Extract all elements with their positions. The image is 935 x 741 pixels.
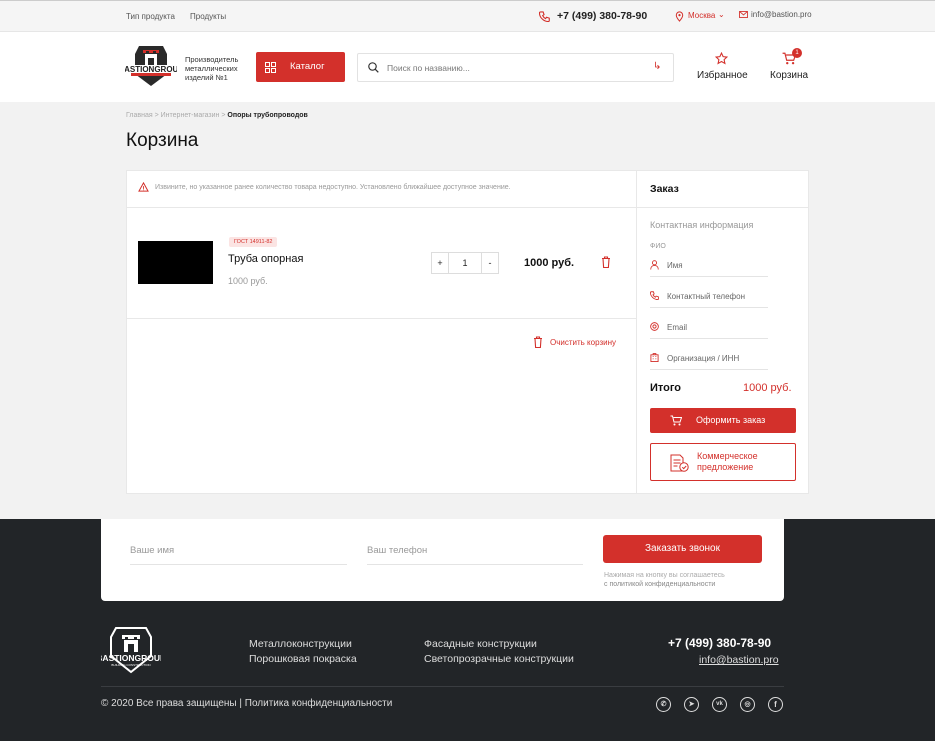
star-icon[interactable] — [715, 52, 728, 65]
cart-icon — [670, 415, 682, 426]
svg-text:BASTIONGROUP: BASTIONGROUP — [125, 65, 177, 74]
footer-link-facade[interactable]: Фасадные конструкции — [424, 638, 537, 650]
quantity-input[interactable]: 1 — [449, 252, 481, 274]
footer-link-metal-structures[interactable]: Металлоконструкции — [249, 638, 352, 650]
trash-icon — [534, 336, 542, 348]
user-icon — [650, 260, 659, 270]
telegram-icon[interactable]: ➤ — [684, 697, 699, 712]
email-field[interactable]: Email — [650, 317, 768, 339]
header: BASTIONGROUP Производитель металлических… — [0, 32, 935, 102]
offer-label-line2: предложение — [697, 462, 754, 472]
topbar-email[interactable]: info@bastion.pro — [751, 10, 812, 19]
organization-field[interactable]: Организация / ИНН — [650, 348, 768, 370]
search-box[interactable]: Поиск по названию... ↳ — [357, 53, 674, 82]
phone-input[interactable]: Контактный телефон — [667, 292, 745, 301]
phone-icon — [650, 291, 659, 300]
footer-bottom-text: © 2020 Все права защищены | Политика кон… — [101, 698, 392, 709]
topbar-phone[interactable]: +7 (499) 380-78-90 — [557, 10, 647, 22]
callback-name-input[interactable]: Ваше имя — [130, 539, 347, 565]
order-title: Заказ — [650, 183, 679, 195]
divider — [127, 207, 809, 208]
search-icon — [368, 62, 379, 73]
email-input[interactable]: Email — [667, 323, 687, 332]
vk-icon[interactable]: vk — [712, 697, 727, 712]
favorites-link[interactable]: Избранное — [697, 70, 748, 81]
stock-alert-text: Извините, но указанное ранее количество … — [155, 184, 511, 191]
divider-bar: | — [239, 698, 242, 709]
document-icon — [670, 454, 689, 472]
copyright-text: © 2020 Все права защищены — [101, 698, 237, 709]
callback-phone-placeholder: Ваш телефон — [367, 545, 428, 556]
catalog-button[interactable]: Каталог — [256, 52, 345, 82]
grid-icon — [265, 62, 276, 73]
product-image[interactable] — [138, 241, 213, 284]
warning-icon — [138, 182, 149, 192]
breadcrumb: Главная > Интернет-магазин > Опоры трубо… — [126, 112, 308, 119]
footer-privacy-link[interactable]: Политика конфиденциальности — [245, 698, 393, 709]
total-value: 1000 руб. — [743, 382, 792, 394]
product-unit-price: 1000 руб. — [228, 276, 268, 286]
topbar-link-products[interactable]: Продукты — [190, 12, 226, 21]
cart-count-badge: 1 — [792, 48, 802, 58]
contact-heading: Контактная информация — [650, 220, 754, 230]
line-total: 1000 руб. — [524, 257, 575, 269]
qty-decrease-button[interactable]: - — [481, 252, 499, 274]
qty-increase-button[interactable]: + — [431, 252, 449, 274]
offer-label-line1: Коммерческое — [697, 451, 758, 461]
callback-phone-input[interactable]: Ваш телефон — [367, 539, 583, 565]
bastion-logo-footer[interactable]: BASTIONGROUP BUILDING CONSTRUCTION — [101, 624, 161, 676]
divider — [127, 318, 636, 319]
chevron-down-icon: ⌄ — [718, 10, 725, 19]
topbar-link-product-type[interactable]: Тип продукта — [126, 12, 175, 21]
svg-text:BASTIONGROUP: BASTIONGROUP — [101, 653, 161, 663]
commercial-offer-button[interactable]: Коммерческое предложение — [650, 443, 796, 481]
location-pin-icon — [675, 11, 684, 22]
facebook-icon[interactable]: f — [768, 697, 783, 712]
city-select[interactable]: Москва — [688, 11, 715, 20]
catalog-label: Каталог — [290, 61, 325, 72]
instagram-icon[interactable]: ◎ — [740, 697, 755, 712]
whatsapp-icon[interactable]: ✆ — [656, 697, 671, 712]
logo-tagline: Производитель металлических изделий №1 — [185, 55, 239, 82]
building-icon — [650, 353, 659, 362]
name-field[interactable]: Имя — [650, 255, 768, 277]
column-divider — [636, 171, 637, 493]
breadcrumb-separator: > — [152, 112, 161, 119]
breadcrumb-current: Опоры трубопроводов — [227, 112, 308, 119]
gost-badge: ГОСТ 14911-82 — [229, 237, 278, 247]
page-title: Корзина — [126, 130, 199, 151]
breadcrumb-shop[interactable]: Интернет-магазин — [161, 112, 220, 119]
clear-cart-button[interactable]: Очистить корзину — [550, 338, 616, 347]
product-name[interactable]: Труба опорная — [228, 253, 303, 265]
callback-form: Ваше имя Ваш телефон Заказать звонок Наж… — [101, 519, 784, 601]
cart-link[interactable]: Корзина — [770, 70, 808, 81]
trash-icon[interactable] — [601, 256, 611, 268]
request-call-button[interactable]: Заказать звонок — [603, 535, 762, 563]
consent-note-line1: Нажимая на кнопку вы соглашаетесь — [604, 572, 725, 579]
search-submit-icon[interactable]: ↳ — [653, 61, 661, 72]
organization-input[interactable]: Организация / ИНН — [667, 354, 739, 363]
at-sign-icon — [650, 322, 659, 331]
bastion-logo[interactable]: BASTIONGROUP — [125, 42, 177, 88]
footer-link-powder-coating[interactable]: Порошковая покраска — [249, 653, 357, 665]
fio-label: ФИО — [650, 243, 666, 250]
footer-email[interactable]: info@bastion.pro — [699, 654, 779, 666]
breadcrumb-home[interactable]: Главная — [126, 112, 153, 119]
phone-field[interactable]: Контактный телефон — [650, 286, 768, 308]
phone-icon — [539, 11, 550, 22]
top-bar: Тип продукта Продукты +7 (499) 380-78-90… — [0, 0, 935, 32]
footer-divider — [101, 686, 784, 687]
search-input[interactable]: Поиск по названию... — [387, 63, 470, 73]
svg-text:BUILDING CONSTRUCTION: BUILDING CONSTRUCTION — [111, 663, 150, 667]
footer-link-translucent[interactable]: Светопрозрачные конструкции — [424, 653, 574, 665]
checkout-button[interactable]: Оформить заказ — [650, 408, 796, 433]
checkout-label: Оформить заказ — [696, 415, 766, 425]
privacy-policy-link[interactable]: с политикой конфиденциальности — [604, 581, 715, 588]
mail-icon — [739, 11, 748, 18]
callback-name-placeholder: Ваше имя — [130, 545, 175, 556]
name-input[interactable]: Имя — [667, 261, 683, 270]
footer-phone[interactable]: +7 (499) 380-78-90 — [668, 636, 771, 650]
total-label: Итого — [650, 382, 682, 394]
quantity-stepper: + 1 - — [431, 252, 499, 274]
